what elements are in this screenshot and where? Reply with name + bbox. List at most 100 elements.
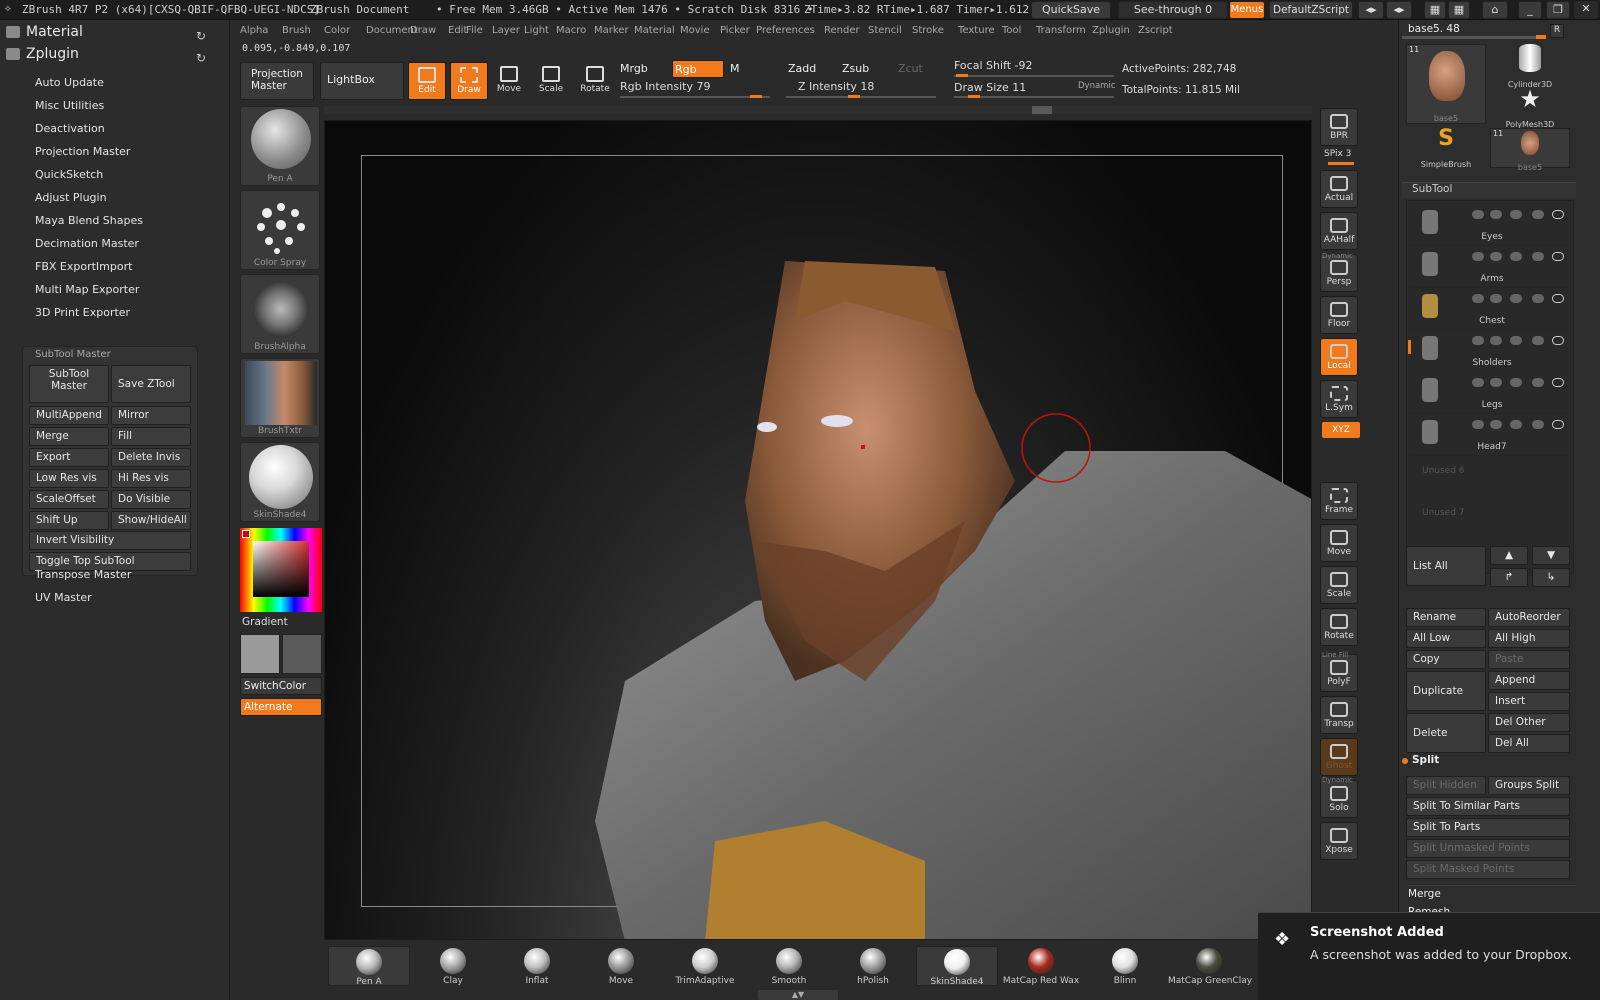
refresh-icon[interactable]: ↻: [196, 47, 206, 69]
move-up-arrow-icon[interactable]: ▲: [1490, 546, 1528, 565]
zplugin-item[interactable]: QuickSketch: [35, 168, 103, 181]
subtool-toggle-icon[interactable]: [1472, 294, 1484, 303]
spix-knob[interactable]: [1328, 162, 1354, 165]
split-unmasked-points-button[interactable]: Split Unmasked Points: [1406, 839, 1570, 858]
subtool-master-fill-button[interactable]: Fill: [111, 427, 191, 446]
menu-file[interactable]: File: [466, 25, 483, 36]
material-palette-header[interactable]: Material ↻: [0, 21, 230, 43]
subtool-scroll-indicator[interactable]: [1408, 340, 1411, 354]
subtool-master-show-hideall-button[interactable]: Show/HideAll: [111, 511, 191, 530]
transpose-master-item[interactable]: Transpose Master: [35, 568, 131, 581]
subtool-toggle-icon[interactable]: [1472, 336, 1484, 345]
m-toggle[interactable]: M: [728, 60, 778, 78]
subtool-toggle-icon[interactable]: [1510, 378, 1522, 387]
dynamic-toggle[interactable]: Dynamic: [1078, 81, 1116, 91]
brush-slot-hpolish[interactable]: hPolish: [832, 946, 914, 986]
local-nav-button[interactable]: Local: [1320, 338, 1358, 376]
texture-thumbnail[interactable]: BrushTxtr: [240, 358, 320, 438]
secondary-color-swatch[interactable]: [282, 634, 322, 674]
brush-slot-matcap-red-wax[interactable]: MatCap Red Wax: [1000, 946, 1082, 986]
projection-master-button[interactable]: Projection Master: [240, 62, 314, 100]
menu-edit[interactable]: Edit: [448, 25, 467, 36]
all-high-button[interactable]: All High: [1488, 629, 1570, 648]
dropbox-notification[interactable]: ❖ Screenshot Added A screenshot was adde…: [1258, 912, 1600, 1000]
aahalf-nav-button[interactable]: AAHalf: [1320, 212, 1358, 250]
frame-nav-button[interactable]: Frame: [1320, 482, 1358, 520]
subtool-toggle-icon[interactable]: [1490, 210, 1502, 219]
subtool-toggle-icon[interactable]: [1532, 210, 1544, 219]
xpose-nav-button[interactable]: Xpose: [1320, 822, 1358, 860]
draw-size-knob[interactable]: [968, 95, 980, 98]
subtool-master-scaleoffset-button[interactable]: ScaleOffset: [29, 490, 109, 509]
subtool-toggle-icon[interactable]: [1490, 294, 1502, 303]
bpr-nav-button[interactable]: BPR: [1320, 108, 1358, 146]
visibility-eye-icon[interactable]: [1552, 420, 1564, 429]
rgb-intensity-knob[interactable]: [750, 95, 762, 98]
split-to-similar-parts-button[interactable]: Split To Similar Parts: [1406, 797, 1570, 816]
alpha-thumbnail[interactable]: BrushAlpha: [240, 274, 320, 354]
tool-r-button[interactable]: R: [1550, 24, 1564, 38]
menu-zscript[interactable]: Zscript: [1138, 25, 1173, 36]
canvas-viewport[interactable]: [324, 120, 1312, 940]
ghost-nav-button[interactable]: Ghost: [1320, 738, 1358, 776]
tool-thumb-simplebrush[interactable]: S SimpleBrush: [1406, 126, 1486, 169]
menu-stencil[interactable]: Stencil: [868, 25, 902, 36]
invert-visibility-button[interactable]: Invert Visibility: [29, 531, 191, 550]
brush-slot-move[interactable]: Move: [580, 946, 662, 986]
focal-shift-slider[interactable]: Focal Shift -92: [954, 59, 1032, 72]
subtool-toggle-icon[interactable]: [1472, 420, 1484, 429]
transp-nav-button[interactable]: Transp: [1320, 696, 1358, 734]
rgb-toggle[interactable]: Rgb: [672, 60, 724, 78]
visibility-eye-icon[interactable]: [1552, 294, 1564, 303]
save-ztool-button[interactable]: Save ZTool: [111, 365, 191, 403]
append-button[interactable]: Append: [1488, 671, 1570, 690]
lightbox-button[interactable]: LightBox: [320, 62, 404, 100]
zadd-toggle[interactable]: Zadd: [786, 60, 836, 78]
copy-button[interactable]: Copy: [1406, 650, 1486, 669]
switch-color-button[interactable]: SwitchColor: [240, 677, 322, 695]
zplugin-item[interactable]: FBX ExportImport: [35, 260, 132, 273]
zplugin-item[interactable]: Multi Map Exporter: [35, 283, 139, 296]
del-other-button[interactable]: Del Other: [1488, 713, 1570, 732]
zplugin-item[interactable]: 3D Print Exporter: [35, 306, 130, 319]
actual-nav-button[interactable]: Actual: [1320, 170, 1358, 208]
edit-button[interactable]: Edit: [408, 62, 446, 100]
subtool-master-low-res-vis-button[interactable]: Low Res vis: [29, 469, 109, 488]
minimize-icon[interactable]: _: [1518, 1, 1542, 19]
brush-slot-pen-a[interactable]: Pen A: [328, 946, 410, 987]
character-model[interactable]: [325, 121, 1312, 940]
menu-picker[interactable]: Picker: [720, 25, 750, 36]
menu-texture[interactable]: Texture: [958, 25, 995, 36]
move-down-arrow-icon[interactable]: ▼: [1532, 546, 1570, 565]
split-to-parts-button[interactable]: Split To Parts: [1406, 818, 1570, 837]
close-icon[interactable]: ✕: [1574, 1, 1598, 19]
zplugin-item[interactable]: Misc Utilities: [35, 99, 104, 112]
insert-button[interactable]: Insert: [1488, 692, 1570, 711]
subtool-master-export-button[interactable]: Export: [29, 448, 109, 467]
subtool-toggle-icon[interactable]: [1510, 336, 1522, 345]
menu-tool[interactable]: Tool: [1002, 25, 1021, 36]
rename-button[interactable]: Rename: [1406, 608, 1486, 627]
brush-slot-blinn[interactable]: Blinn: [1084, 946, 1166, 986]
spix-slider[interactable]: SPix 3: [1324, 149, 1351, 159]
material-thumbnail[interactable]: SkinShade4: [240, 442, 320, 522]
menu-color[interactable]: Color: [324, 25, 350, 36]
subtool-row-chest[interactable]: Chest: [1410, 290, 1574, 330]
draw-button[interactable]: Draw: [450, 62, 488, 100]
merge-subpalette-header[interactable]: Merge: [1408, 885, 1576, 903]
see-through-slider[interactable]: See-through 0: [1118, 1, 1228, 19]
floor-nav-button[interactable]: Floor: [1320, 296, 1358, 334]
menu-brush[interactable]: Brush: [282, 25, 311, 36]
uv-master-item[interactable]: UV Master: [35, 591, 92, 604]
subtool-row-arms[interactable]: Arms: [1410, 248, 1574, 288]
subtool-toggle-icon[interactable]: [1490, 252, 1502, 261]
solo-nav-button[interactable]: Solo: [1320, 780, 1358, 818]
quicksave-button[interactable]: QuickSave: [1031, 1, 1111, 19]
visibility-eye-icon[interactable]: [1552, 336, 1564, 345]
subtool-toggle-icon[interactable]: [1532, 294, 1544, 303]
menu-macro[interactable]: Macro: [556, 25, 586, 36]
groups-split-button[interactable]: Groups Split: [1488, 776, 1570, 795]
focal-shift-knob[interactable]: [956, 74, 968, 77]
tool-slider-knob[interactable]: [1536, 35, 1546, 39]
autoreorder-button[interactable]: AutoReorder: [1488, 608, 1570, 627]
